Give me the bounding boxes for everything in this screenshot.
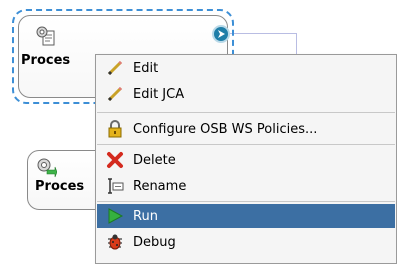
red-x-icon xyxy=(105,150,125,170)
menu-item-label: Run xyxy=(133,208,158,224)
gear-document-icon xyxy=(35,25,57,47)
context-menu: Edit Edit JCA Configure OSB WS Policies.… xyxy=(95,54,397,264)
wire-line xyxy=(230,33,296,34)
component-title: Proces xyxy=(35,179,85,194)
wire-line-vertical xyxy=(296,33,297,56)
menu-item-label: Configure OSB WS Policies... xyxy=(133,121,318,137)
bug-icon xyxy=(105,232,125,252)
menu-item-label: Edit xyxy=(133,60,159,76)
menu-item-edit[interactable]: Edit xyxy=(97,56,395,80)
rename-icon xyxy=(105,176,125,196)
menu-item-label: Rename xyxy=(133,178,187,194)
menu-item-label: Edit JCA xyxy=(133,86,185,102)
menu-separator xyxy=(97,112,395,113)
service-connector-icon[interactable] xyxy=(212,25,230,43)
composite-canvas[interactable]: Proces Proces Edit Edit JCA Configure OS… xyxy=(0,0,397,264)
lock-icon xyxy=(105,119,125,139)
menu-item-configure-osb-ws-policies[interactable]: Configure OSB WS Policies... xyxy=(97,117,395,141)
gear-arrow-icon xyxy=(35,156,58,178)
pencil-icon xyxy=(105,84,125,104)
menu-item-debug[interactable]: Debug xyxy=(97,230,395,254)
pencil-icon xyxy=(105,58,125,78)
green-play-icon xyxy=(105,206,125,226)
component-title: Proces xyxy=(21,53,71,68)
menu-item-delete[interactable]: Delete xyxy=(97,148,395,172)
menu-item-run[interactable]: Run xyxy=(97,204,395,228)
menu-item-label: Debug xyxy=(133,234,176,250)
menu-separator xyxy=(97,144,395,145)
menu-separator xyxy=(97,201,395,202)
menu-item-label: Delete xyxy=(133,152,176,168)
menu-item-rename[interactable]: Rename xyxy=(97,174,395,198)
menu-item-edit-jca[interactable]: Edit JCA xyxy=(97,82,395,106)
